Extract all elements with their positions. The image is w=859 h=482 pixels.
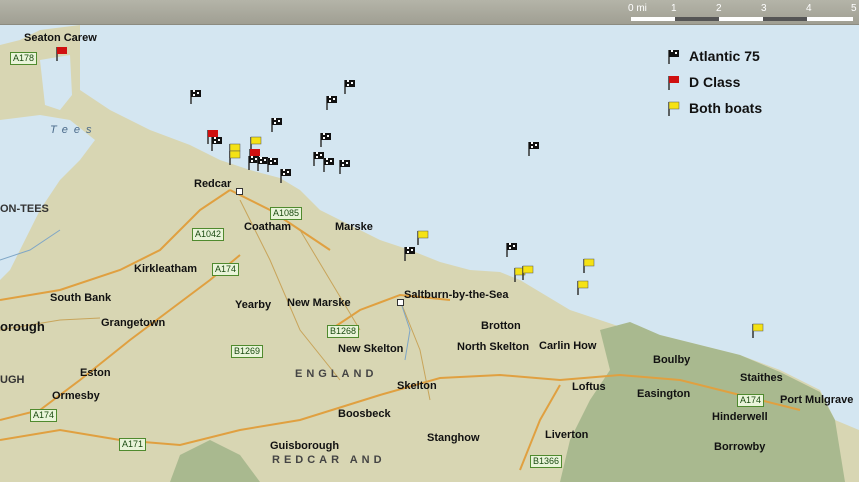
place-carlin-how: Carlin How: [539, 340, 597, 352]
road-shield: A174: [30, 409, 58, 422]
road-shield: B1366: [530, 455, 563, 468]
place-guisborough: Guisborough: [270, 440, 340, 452]
sea-label-tees: Tees: [50, 124, 98, 136]
map-legend: Atlantic 75 D Class Both boats: [667, 46, 837, 126]
place-south-bank: South Bank: [50, 292, 112, 304]
region-redcar: REDCAR AND: [272, 454, 386, 466]
place-dot: [397, 299, 404, 306]
road-shield: A174: [737, 394, 765, 407]
scale-tick-5: 5: [851, 3, 857, 14]
place-easington: Easington: [637, 388, 691, 400]
region-england: ENGLAND: [295, 368, 378, 380]
scale-bar: 0 mi 1 2 3 4 5: [628, 3, 857, 21]
road-shield: A1042: [192, 228, 225, 241]
place-stanghow: Stanghow: [427, 432, 480, 444]
yellow-flag-icon: [668, 101, 680, 116]
scale-zero-label: 0 mi: [628, 3, 647, 14]
place-north-skelton: North Skelton: [457, 341, 530, 353]
black-flag-icon: [668, 50, 679, 64]
place-borrowby: Borrowby: [714, 441, 766, 453]
place-edge-borough: orough: [0, 319, 45, 334]
road-shield: A1085: [270, 207, 303, 220]
place-liverton: Liverton: [545, 429, 589, 441]
place-coatham: Coatham: [244, 221, 292, 233]
place-redcar: Redcar: [194, 178, 232, 190]
scale-tick-4: 4: [806, 3, 812, 14]
place-port-mulgrave: Port Mulgrave: [780, 394, 854, 406]
place-new-skelton: New Skelton: [338, 343, 404, 355]
road-shield: A178: [10, 52, 38, 65]
place-dot: [236, 188, 243, 195]
place-eston: Eston: [80, 367, 111, 379]
place-staithes: Staithes: [740, 372, 783, 384]
place-yearby: Yearby: [235, 299, 272, 311]
road-shield: B1269: [231, 345, 264, 358]
place-edge-tees: ON-TEES: [0, 203, 49, 215]
place-saltburn: Saltburn-by-the-Sea: [404, 289, 509, 301]
road-shield: A174: [212, 263, 240, 276]
legend-label-d-class: D Class: [689, 74, 741, 90]
place-ormesby: Ormesby: [52, 390, 100, 402]
place-skelton: Skelton: [397, 380, 437, 392]
scale-bar-segments: [631, 17, 853, 21]
scale-tick-3: 3: [761, 3, 767, 14]
place-loftus: Loftus: [572, 381, 606, 393]
road-shield: A171: [119, 438, 147, 451]
place-new-marske: New Marske: [287, 297, 351, 309]
legend-label-atlantic-75: Atlantic 75: [689, 48, 760, 64]
place-marske: Marske: [335, 221, 373, 233]
place-hinderwell: Hinderwell: [712, 411, 768, 423]
road-shield: B1268: [327, 325, 360, 338]
place-seaton-carew: Seaton Carew: [24, 32, 97, 44]
top-bar: 0 mi 1 2 3 4 5: [0, 0, 859, 25]
place-kirkleatham: Kirkleatham: [134, 263, 197, 275]
red-flag-icon: [668, 76, 679, 90]
place-edge-ugh: UGH: [0, 374, 25, 386]
scale-tick-1: 1: [671, 3, 677, 14]
place-boulby: Boulby: [653, 354, 691, 366]
legend-label-both-boats: Both boats: [689, 100, 763, 116]
scale-tick-2: 2: [716, 3, 722, 14]
place-grangetown: Grangetown: [101, 317, 166, 329]
place-brotton: Brotton: [481, 320, 521, 332]
place-boosbeck: Boosbeck: [338, 408, 391, 420]
